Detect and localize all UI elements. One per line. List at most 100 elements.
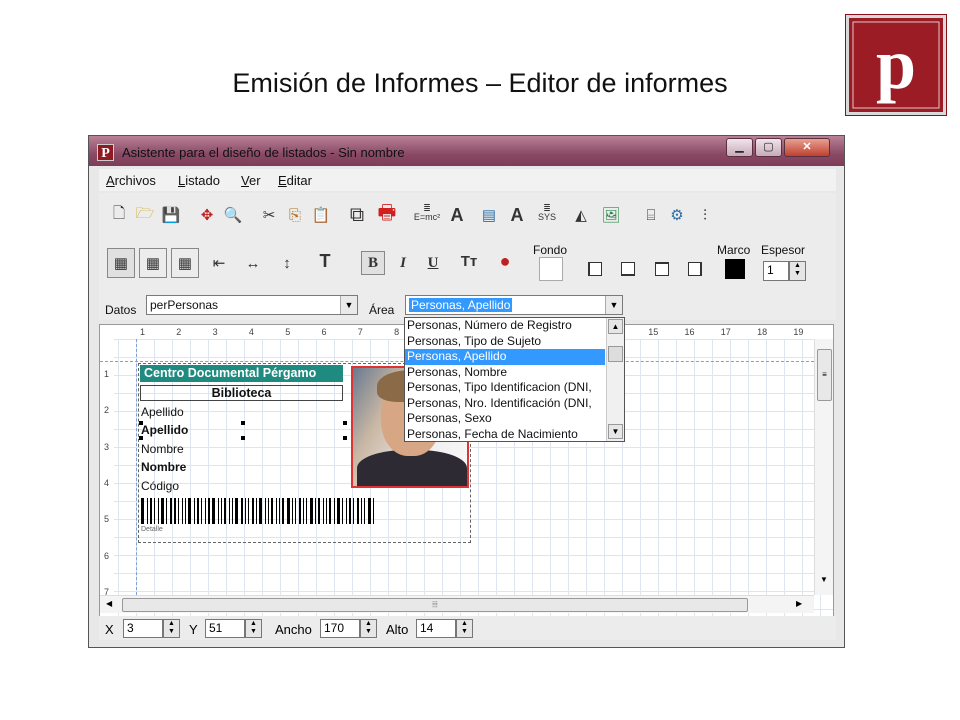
ancho-spinner[interactable]: ▲ ▼ [360, 619, 377, 638]
margin-guide-vertical [136, 339, 137, 595]
copy-icon[interactable]: ⎘ [283, 203, 307, 227]
maximize-button[interactable]: ▢ [755, 138, 782, 157]
layout-grid-1-icon[interactable]: ▦ [107, 248, 135, 278]
label-field-icon[interactable]: A [505, 203, 529, 227]
print-preview-icon[interactable]: 🔍 [221, 203, 245, 227]
y-input[interactable]: 51 [205, 619, 245, 638]
horizontal-scrollbar[interactable]: ◀ ⦙⦙⦙ ▶ [100, 595, 814, 613]
marco-color-swatch[interactable] [725, 259, 745, 279]
layout-grid-3-icon[interactable]: ▦ [171, 248, 199, 278]
scroll-right-icon[interactable]: ▶ [796, 599, 802, 608]
dropdown-option[interactable]: Personas, Nro. Identificación (DNI, [405, 396, 605, 412]
dropdown-option[interactable]: Personas, Nombre [405, 365, 605, 381]
height-icon[interactable]: ↕ [275, 251, 299, 275]
cut-icon[interactable]: ✂ [257, 203, 281, 227]
font-icon[interactable]: T [313, 249, 337, 273]
alto-input[interactable]: 14 [416, 619, 456, 638]
system-field-icon[interactable]: ≣ SYS [535, 201, 559, 225]
border-left-icon[interactable] [588, 262, 602, 276]
border-top-icon[interactable] [655, 262, 669, 276]
espesor-spinner[interactable]: ▲ ▼ [789, 261, 806, 281]
x-input[interactable]: 3 [123, 619, 163, 638]
slide: Emisión de Informes – Editor de informes… [0, 0, 960, 720]
field-label-apellido[interactable]: Apellido [141, 405, 184, 419]
horizontal-scroll-thumb[interactable]: ⦙⦙⦙ [122, 598, 748, 612]
underline-button[interactable]: U [421, 251, 445, 275]
title-bar[interactable]: P Asistente para el diseño de listados -… [89, 136, 844, 166]
dropdown-option[interactable]: Personas, Número de Registro [405, 318, 605, 334]
text-field-icon[interactable]: A [445, 203, 469, 227]
field-label-nombre[interactable]: Nombre [141, 442, 184, 456]
shape-field-icon[interactable]: ◭ [569, 203, 593, 227]
formula-field-icon[interactable]: ≣ E=mc² [414, 201, 440, 225]
bold-button[interactable]: B [361, 251, 385, 275]
x-spinner[interactable]: ▲ ▼ [163, 619, 180, 638]
selection-handle[interactable] [139, 421, 143, 425]
width-icon[interactable]: ↔ [241, 251, 265, 275]
layout-grid-2-icon[interactable]: ▦ [139, 248, 167, 278]
scroll-down-icon[interactable]: ▼ [820, 575, 828, 584]
alto-spinner[interactable]: ▲ ▼ [456, 619, 473, 638]
barcode-bar [337, 498, 340, 524]
border-right-icon[interactable] [688, 262, 702, 276]
vertical-scroll-thumb[interactable]: ≡ [817, 349, 832, 401]
bring-front-icon[interactable]: ⧉ [345, 203, 369, 227]
barcode-bar [282, 498, 284, 524]
scroll-left-icon[interactable]: ◀ [106, 599, 112, 608]
barcode-bar [166, 498, 167, 524]
align-left-icon[interactable]: ⇤ [207, 251, 231, 275]
open-folder-icon[interactable]: 🗁 [133, 203, 157, 227]
fondo-color-swatch[interactable] [539, 257, 563, 281]
scroll-up-icon[interactable]: ▲ [608, 319, 623, 334]
dropdown-option[interactable]: Personas, Tipo de Sujeto [405, 334, 605, 350]
chart-field-icon[interactable]: ⚙ [665, 203, 689, 227]
new-file-icon[interactable]: 🗋 [107, 203, 131, 227]
y-spinner[interactable]: ▲ ▼ [245, 619, 262, 638]
text-size-icon[interactable]: Tт [457, 249, 481, 273]
menu-ver[interactable]: Ver [241, 173, 261, 188]
field-value-apellido[interactable]: Apellido [141, 423, 188, 437]
field-label-codigo[interactable]: Código [141, 479, 179, 493]
menu-archivos[interactable]: Archivos [106, 173, 156, 188]
field-value-nombre[interactable]: Nombre [141, 460, 186, 474]
band-field-icon[interactable]: ⌸ [639, 203, 663, 227]
report-header[interactable]: Centro Documental Pérgamo [140, 365, 343, 382]
minimize-button[interactable]: ▁ [726, 138, 753, 157]
barcode-bar [201, 498, 202, 524]
border-bottom-icon[interactable] [621, 262, 635, 276]
ruler-tick: 2 [104, 405, 110, 416]
close-button[interactable]: ✕ [784, 138, 830, 157]
color-palette-icon[interactable]: ● [493, 249, 517, 273]
dropdown-option[interactable]: Personas, Fecha de Nacimiento [405, 427, 605, 443]
selection-handle[interactable] [241, 421, 245, 425]
dropdown-option[interactable]: Personas, Sexo [405, 411, 605, 427]
menu-listado[interactable]: Listado [178, 173, 220, 188]
dropdown-scrollbar[interactable]: ▲ ▼ [606, 318, 624, 441]
selection-handle[interactable] [241, 436, 245, 440]
move-icon[interactable]: ✥ [195, 203, 219, 227]
selection-handle[interactable] [139, 436, 143, 440]
dropdown-option[interactable]: Personas, Apellido [405, 349, 605, 365]
image-field-icon[interactable]: 🖼 [599, 203, 623, 227]
data-field-icon[interactable]: ▤ [477, 203, 501, 227]
scroll-thumb[interactable] [608, 346, 623, 362]
scroll-down-icon[interactable]: ▼ [608, 424, 623, 439]
selection-handle[interactable] [343, 436, 347, 440]
menu-editar[interactable]: Editar [278, 173, 312, 188]
dropdown-option[interactable]: Personas, Tipo Identificacion (DNI, [405, 380, 605, 396]
paste-icon[interactable]: 📋 [309, 203, 333, 227]
align-field-icon[interactable]: ⫶ [693, 203, 717, 227]
barcode-field[interactable] [141, 498, 471, 524]
vertical-scrollbar[interactable]: ≡ ▼ [814, 339, 833, 595]
barcode-bar [147, 498, 148, 524]
ancho-input[interactable]: 170 [320, 619, 360, 638]
save-icon[interactable]: 💾 [159, 203, 183, 227]
report-subheader[interactable]: Biblioteca [140, 385, 343, 401]
selection-handle[interactable] [343, 421, 347, 425]
print-icon[interactable]: 🖶 [375, 202, 399, 227]
italic-button[interactable]: I [391, 251, 415, 275]
area-select[interactable]: Personas, Apellido ▼ [405, 295, 623, 315]
espesor-input[interactable]: 1 [763, 261, 789, 281]
datos-select[interactable]: perPersonas ▼ [146, 295, 358, 315]
ruler-tick: 4 [104, 477, 110, 488]
